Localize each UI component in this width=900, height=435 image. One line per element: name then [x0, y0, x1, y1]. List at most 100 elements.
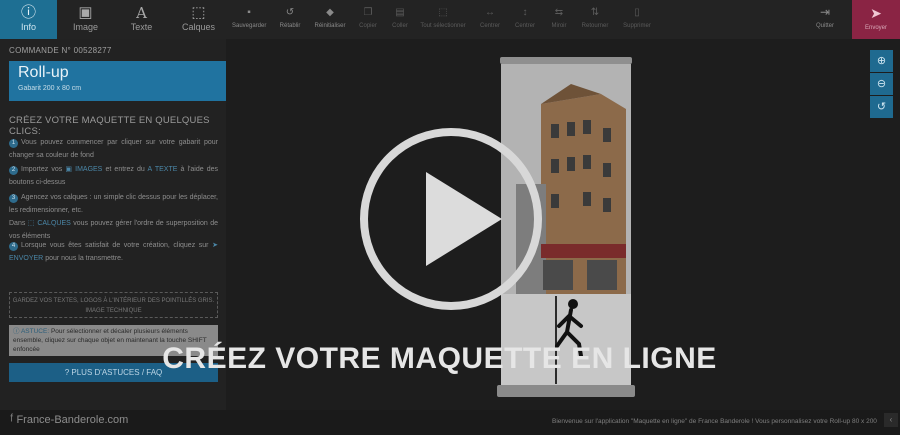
tool-label: Centrer — [514, 23, 535, 29]
product-size: Gabarit 200 x 80 cm — [18, 85, 82, 92]
tool-label: Supprimer — [623, 23, 651, 29]
tab-info[interactable]: ⓘ Info — [0, 0, 57, 39]
text-icon: A — [147, 166, 152, 173]
mirror-button[interactable]: ⇆ Miroir — [547, 0, 571, 39]
trash-icon: ▯ — [634, 7, 640, 18]
select-all-button[interactable]: ⬚ Tout sélectionner — [420, 0, 466, 39]
zoom-in-button[interactable]: ⊕ — [870, 50, 893, 72]
tab-label: Image — [72, 22, 98, 32]
layers-icon: ⬚ — [27, 220, 35, 227]
undo-icon: ↺ — [285, 7, 295, 18]
rollup-top-bar — [500, 57, 632, 64]
info-icon: ⓘ — [20, 4, 36, 21]
step-text: et entrez du — [105, 166, 145, 173]
step-number: 4 — [9, 242, 18, 251]
chevron-left-icon: ‹ — [889, 415, 893, 424]
tool-label: Réinitialiser — [314, 23, 346, 29]
center-horizontal-icon: ↔ — [485, 7, 495, 18]
reset-button[interactable]: ◆ Réinitialiser — [313, 0, 347, 39]
images-link[interactable]: ▣ IMAGES — [65, 166, 102, 173]
send-button[interactable]: ➤ Envoyer — [852, 0, 900, 39]
step-3: 3 Agencez vos calques : un simple clic de… — [9, 191, 218, 243]
logo-text: France-Banderole.com — [16, 414, 129, 426]
rotate-icon: ↺ — [876, 101, 887, 113]
tab-label: Texte — [130, 22, 153, 32]
tab-image[interactable]: ▣ Image — [57, 0, 114, 39]
sign-out-icon: ⇥ — [819, 5, 831, 19]
undo-button[interactable]: ↺ Rétablir — [276, 0, 304, 39]
top-toolbar: ⓘ Info ▣ Image A Texte ⬚ Calques ▪ Sauve… — [0, 0, 900, 39]
product-name: Roll-up — [18, 64, 69, 81]
logo-mark-icon: ᶠ — [10, 412, 14, 429]
step-number: 3 — [9, 194, 18, 203]
brand-logo[interactable]: ᶠ France-Banderole.com — [10, 412, 128, 429]
image-icon: ▣ — [65, 166, 72, 173]
step-text: Dans — [9, 220, 26, 227]
calques-link[interactable]: ⬚ CALQUES — [28, 220, 71, 227]
texte-link[interactable]: A TEXTE — [148, 166, 178, 173]
info-icon: ⓘ — [13, 328, 20, 335]
rollup-base — [497, 385, 635, 397]
paper-plane-icon: ➤ — [212, 242, 218, 249]
envoyer-link-label: ENVOYER — [9, 255, 44, 262]
step-number: 1 — [9, 139, 18, 148]
step-number: 2 — [9, 166, 18, 175]
video-headline: CRÉEZ VOTRE MAQUETTE EN LIGNE — [162, 342, 717, 375]
tool-label: Copier — [359, 23, 377, 29]
zoom-out-icon: ⊖ — [876, 78, 887, 90]
reset-zoom-button[interactable]: ↺ — [870, 96, 893, 118]
tool-label: Coller — [392, 23, 408, 29]
send-label: Envoyer — [864, 25, 887, 31]
step-2: 2 Importez vos ▣ IMAGES et entrez du A TE… — [9, 163, 218, 189]
paste-icon: ▤ — [395, 7, 405, 18]
tool-label: Centrer — [479, 23, 500, 29]
save-button[interactable]: ▪ Sauvegarder — [232, 0, 266, 39]
tab-label: Info — [20, 22, 36, 32]
product-banner: Roll-up Gabarit 200 x 80 cm — [9, 61, 248, 101]
play-video-button[interactable] — [360, 128, 542, 310]
step-1: 1 Vous pouvez commencer par cliquer sur v… — [9, 136, 218, 162]
center-vertical-icon: ↕ — [522, 7, 528, 18]
ticker-arrow-button[interactable]: ‹ — [884, 413, 898, 427]
select-all-icon: ⬚ — [438, 7, 448, 18]
mirror-icon: ⇆ — [554, 7, 564, 18]
tool-label: Rétablir — [279, 23, 301, 29]
step-text: Lorsque vous êtes satisfait de votre cré… — [21, 242, 209, 249]
step-4: 4 Lorsque vous êtes satisfait de votre cr… — [9, 239, 218, 265]
center-horizontal-button[interactable]: ↔ Centrer — [477, 0, 503, 39]
tab-label: Calques — [181, 22, 216, 32]
paper-plane-icon: ➤ — [870, 5, 882, 21]
paste-button[interactable]: ▤ Coller — [389, 0, 411, 39]
eraser-icon: ◆ — [326, 7, 334, 18]
quit-button[interactable]: ⇥ Quitter — [811, 0, 839, 39]
tip-key: ASTUCE: — [20, 328, 50, 335]
zoom-out-button[interactable]: ⊖ — [870, 73, 893, 95]
texte-link-label: TEXTE — [154, 166, 178, 173]
app-root: ⓘ Info ▣ Image A Texte ⬚ Calques ▪ Sauve… — [0, 0, 900, 435]
flip-icon: ⇅ — [590, 7, 600, 18]
flip-button[interactable]: ⇅ Retourner — [580, 0, 610, 39]
quit-label: Quitter — [815, 23, 834, 29]
tool-label: Retourner — [581, 23, 609, 29]
images-link-label: IMAGES — [75, 166, 103, 173]
order-number: COMMANDE N° 00528277 — [9, 46, 112, 55]
tab-texte[interactable]: A Texte — [113, 0, 170, 39]
play-icon — [426, 172, 502, 266]
center-vertical-button[interactable]: ↕ Centrer — [512, 0, 538, 39]
tool-label: Sauvegarder — [232, 23, 267, 29]
image-icon: ▣ — [78, 4, 93, 21]
layers-icon: ⬚ — [191, 4, 206, 21]
copy-button[interactable]: ❐ Copier — [356, 0, 380, 39]
save-icon: ▪ — [247, 7, 251, 18]
howto-title: CRÉEZ VOTRE MAQUETTE EN QUELQUES CLICS: — [9, 115, 210, 137]
tab-calques[interactable]: ⬚ Calques — [170, 0, 227, 39]
footer-bar: ᶠ France-Banderole.com Bienvenue sur l'ap… — [0, 410, 900, 435]
copy-icon: ❐ — [363, 7, 373, 18]
text-icon: A — [136, 4, 147, 22]
step-text: Importez vos — [21, 166, 63, 173]
step-text: Vous pouvez commencer par cliquer sur vo… — [9, 139, 218, 159]
step-text: Agencez vos calques : un simple clic des… — [9, 194, 218, 214]
delete-button[interactable]: ▯ Supprimer — [620, 0, 654, 39]
step-text: pour nous la transmettre. — [45, 255, 124, 262]
tool-label: Miroir — [551, 23, 567, 29]
